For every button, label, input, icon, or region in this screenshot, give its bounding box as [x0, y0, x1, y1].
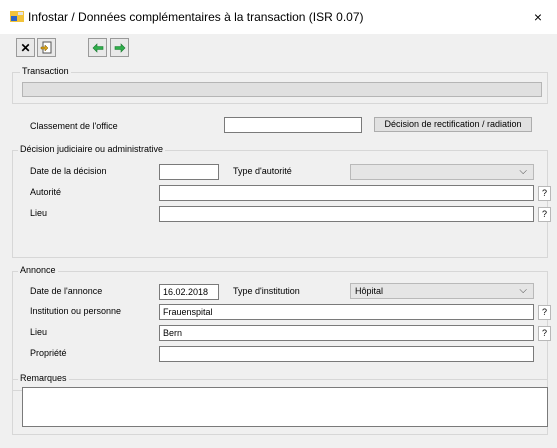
authority-type-select[interactable]: ⌵: [350, 164, 534, 180]
remarks-textarea[interactable]: [22, 387, 548, 427]
close-icon: ✕: [20, 40, 31, 55]
transaction-label: Transaction: [20, 66, 71, 76]
announcement-place-help-button[interactable]: ?: [538, 326, 551, 341]
remarks-label: Remarques: [18, 373, 69, 383]
close-form-button[interactable]: ✕: [16, 38, 35, 57]
institution-input[interactable]: Frauenspital: [159, 304, 534, 320]
chevron-down-icon: ⌵: [519, 166, 527, 177]
decision-place-help-button[interactable]: ?: [538, 207, 551, 222]
office-classification-input[interactable]: [224, 117, 362, 133]
transaction-field: [22, 82, 542, 97]
office-classification-label: Classement de l'office: [30, 121, 118, 131]
authority-type-label: Type d'autorité: [233, 166, 292, 176]
window-title: Infostar / Données complémentaires à la …: [28, 10, 364, 24]
property-label: Propriété: [30, 348, 67, 358]
window-close-button[interactable]: ×: [527, 6, 549, 28]
institution-label: Institution ou personne: [30, 306, 122, 316]
authority-input[interactable]: [159, 185, 534, 201]
arrow-left-icon: [92, 42, 103, 53]
decision-place-label: Lieu: [30, 208, 48, 218]
institution-type-select[interactable]: Hôpital ⌵: [350, 283, 534, 299]
announcement-date-input[interactable]: 16.02.2018: [159, 284, 219, 300]
decision-group-label: Décision judiciaire ou administrative: [18, 144, 166, 154]
announcement-place-label: Lieu: [30, 327, 48, 337]
property-input[interactable]: [159, 346, 534, 362]
decision-date-label: Date de la décision: [30, 166, 107, 176]
institution-type-label: Type d'institution: [233, 286, 300, 296]
chevron-down-icon: ⌵: [519, 285, 527, 296]
decision-date-input[interactable]: [159, 164, 219, 180]
import-button[interactable]: [37, 38, 56, 57]
next-button[interactable]: [110, 38, 129, 57]
app-icon: [10, 11, 24, 22]
institution-help-button[interactable]: ?: [538, 305, 551, 320]
authority-label: Autorité: [30, 187, 62, 197]
rectification-decision-button[interactable]: Décision de rectification / radiation: [374, 117, 532, 132]
announcement-group-label: Annonce: [18, 265, 58, 275]
import-document-icon: [40, 41, 52, 54]
announcement-place-input[interactable]: Bern: [159, 325, 534, 341]
previous-button[interactable]: [88, 38, 107, 57]
institution-type-value: Hôpital: [355, 286, 384, 296]
announcement-date-label: Date de l'annonce: [30, 286, 103, 296]
decision-place-input[interactable]: [159, 206, 534, 222]
authority-help-button[interactable]: ?: [538, 186, 551, 201]
arrow-right-icon: [114, 42, 125, 53]
